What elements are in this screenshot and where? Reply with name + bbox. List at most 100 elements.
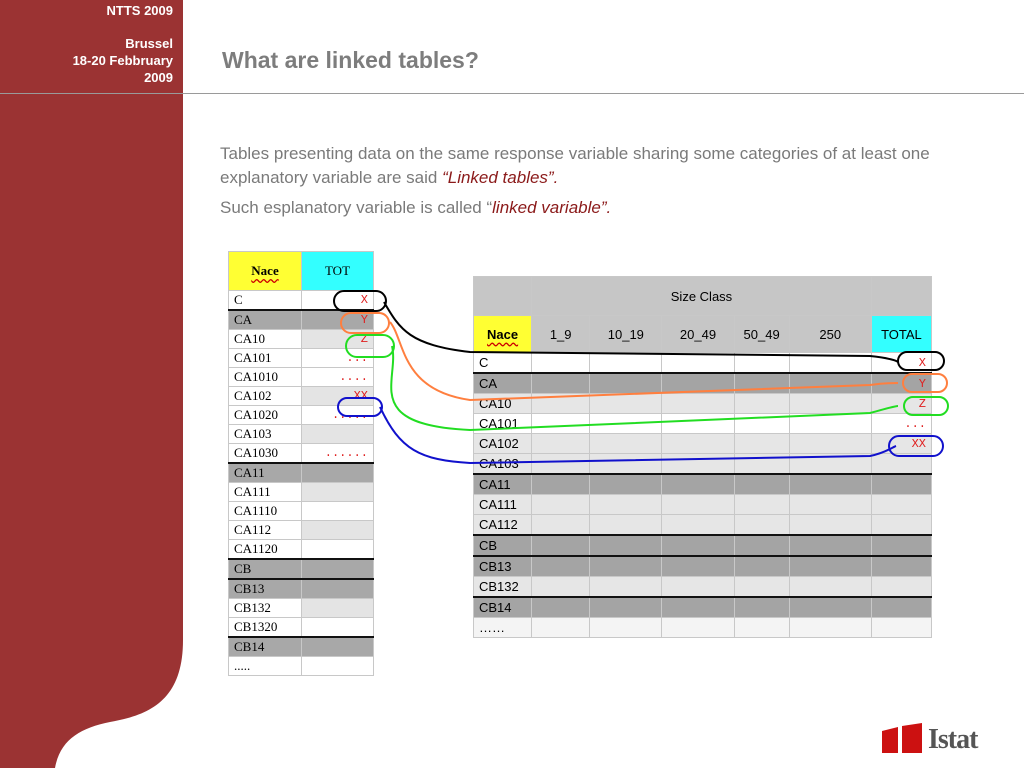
size-class-cell [531, 393, 591, 414]
size-class-cell [531, 534, 591, 557]
column-header: 50_49 [733, 315, 790, 353]
size-class-cell [531, 617, 591, 638]
size-class-cell [788, 433, 872, 454]
size-class-cell [733, 596, 790, 618]
sidebar-city: Brussel [125, 36, 173, 51]
size-class-cell [733, 576, 790, 598]
column-header: 1_9 [531, 315, 591, 353]
tot-value-cell [301, 462, 374, 483]
nace-code-cell: CB13 [228, 578, 302, 599]
table-row: CA111 [472, 494, 933, 515]
table-row: CA1120 [228, 539, 374, 560]
size-class-cell [788, 617, 872, 638]
table-row: CA112 [228, 520, 374, 540]
size-class-cell [788, 413, 872, 434]
table-row: CA Y [472, 372, 933, 394]
table-row: CB132 [472, 576, 933, 598]
tot-value-cell: .... [301, 367, 374, 387]
istat-logo-text: Istat [928, 724, 978, 755]
column-header: 20_49 [661, 315, 735, 353]
table-row: CA102 XX [472, 433, 933, 454]
size-class-cell [733, 494, 790, 515]
size-class-cell [661, 453, 735, 475]
table-header-row: Nace 1_9 10_19 20_49 50_49 250 TOTAL [472, 315, 933, 353]
size-class-cell [733, 372, 790, 394]
definition-text: Tables presenting data on the same respo… [220, 144, 930, 187]
nace-code-cell: CB1320 [228, 617, 302, 638]
size-class-cell [589, 393, 663, 414]
nace-code-cell: CB14 [228, 636, 302, 657]
table-row: CB132 [228, 598, 374, 618]
size-class-cell [531, 596, 591, 618]
nace-code-cell: CA [228, 309, 302, 330]
total-value-cell [870, 453, 933, 475]
size-class-cell [589, 596, 663, 618]
nace-total-table: Nace TOT C X CA Y CA10 Z CA101... CA1010.... CA1… [228, 251, 374, 676]
size-class-cell [661, 393, 735, 414]
tot-value-cell [301, 636, 374, 657]
size-class-cell [589, 453, 663, 475]
table-row: CA112 [472, 514, 933, 536]
size-class-cell [531, 473, 591, 495]
sidebar-year: 2009 [144, 70, 173, 85]
nace-code-cell: CA111 [228, 482, 302, 502]
tot-value-cell: ...... [301, 443, 374, 464]
tot-value-cell: XX [301, 386, 374, 406]
table-row: CA111 [228, 482, 374, 502]
table-row: CA1010.... [228, 367, 374, 387]
total-value-cell: Y [870, 372, 933, 394]
nace-header: Nace [228, 251, 302, 291]
total-value-cell: XX [870, 433, 933, 454]
size-class-cell [661, 473, 735, 495]
size-class-cell [589, 433, 663, 454]
tot-value-cell [301, 656, 374, 676]
table-row: CA10 Z [228, 329, 374, 349]
total-value-cell [870, 617, 933, 638]
size-class-cell [788, 514, 872, 536]
size-class-cell [788, 473, 872, 495]
size-class-cell [661, 372, 735, 394]
size-class-cell [733, 352, 790, 374]
nace-code-cell: ..... [228, 656, 302, 676]
total-value-cell [870, 514, 933, 536]
tot-value-cell [301, 598, 374, 618]
table-row: CA101... [228, 348, 374, 368]
total-value-cell: X [870, 352, 933, 374]
tot-value-cell: X [301, 290, 374, 311]
size-class-cell [788, 596, 872, 618]
table-row: CB [472, 534, 933, 557]
size-class-cell [788, 372, 872, 394]
size-class-cell [589, 372, 663, 394]
size-class-cell [661, 534, 735, 557]
table-row: CA11 [472, 473, 933, 495]
tot-value-cell: Y [301, 309, 374, 330]
total-value-cell: Z [870, 393, 933, 414]
table-row: CX [472, 352, 933, 374]
nace-code-cell: CA1020 [228, 405, 302, 425]
tot-value-cell: ... [301, 348, 374, 368]
size-class-cell [733, 413, 790, 434]
nace-code-cell: C [472, 352, 533, 374]
nace-code-cell: CA10 [228, 329, 302, 349]
size-class-cell [531, 352, 591, 374]
sidebar-dates: 18-20 Febbruary [72, 53, 173, 68]
nace-code-cell: CA101 [472, 413, 533, 434]
table-row: CB14 [472, 596, 933, 618]
size-class-cell [661, 617, 735, 638]
size-class-cell [661, 413, 735, 434]
size-class-cell [788, 393, 872, 414]
table-row: CA101... [472, 413, 933, 434]
column-header: Nace [472, 315, 533, 353]
nace-code-cell: CB132 [228, 598, 302, 618]
table-row: CA1110 [228, 501, 374, 521]
table-row: CA102 XX [228, 386, 374, 406]
nace-code-cell: CA103 [228, 424, 302, 444]
size-class-cell [733, 393, 790, 414]
size-class-header: Size Class [531, 276, 872, 316]
tot-value-cell: ..... [301, 405, 374, 425]
size-class-cell [733, 534, 790, 557]
total-value-cell [870, 576, 933, 598]
size-class-cell [788, 494, 872, 515]
linked-variable-term: linked variable”. [492, 198, 612, 217]
table-row: …… [472, 617, 933, 638]
